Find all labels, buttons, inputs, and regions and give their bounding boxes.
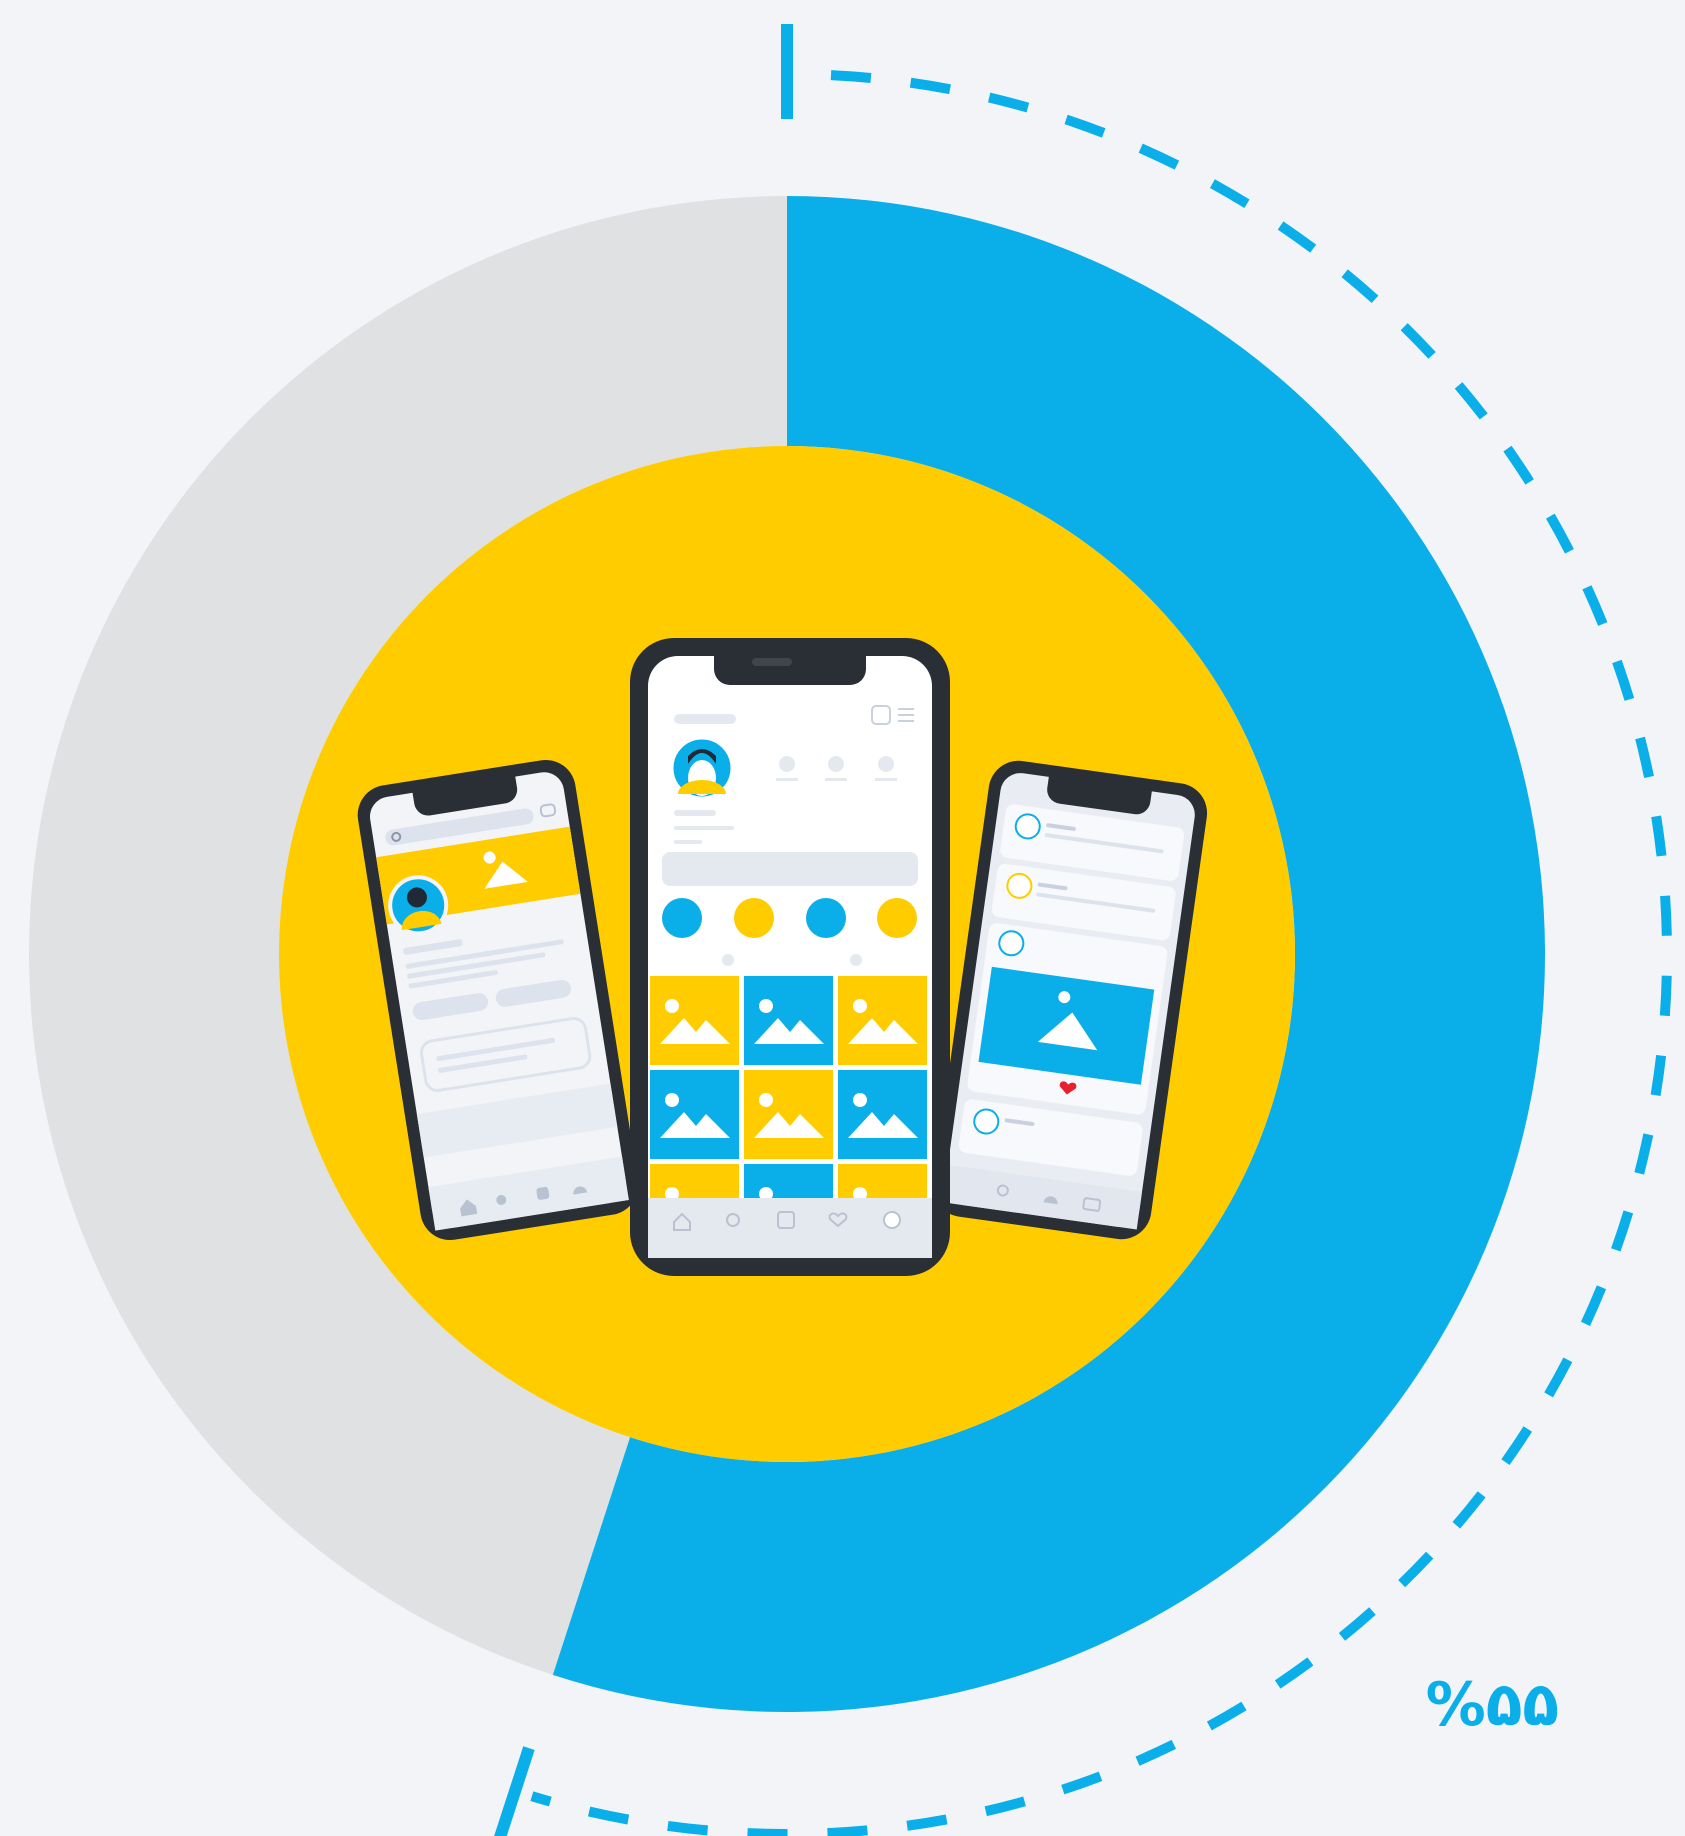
story-highlight[interactable] bbox=[806, 898, 846, 938]
grid-photo[interactable] bbox=[650, 976, 739, 1065]
image-icon bbox=[665, 1093, 679, 1107]
story-highlight[interactable] bbox=[877, 898, 917, 938]
grid-photo[interactable] bbox=[650, 1070, 739, 1159]
edit-profile-button[interactable] bbox=[662, 852, 918, 886]
image-icon bbox=[853, 999, 867, 1013]
center-phone bbox=[630, 638, 950, 1276]
grid-photo[interactable] bbox=[838, 976, 927, 1065]
menu-icon[interactable] bbox=[898, 708, 914, 710]
tagged-tab[interactable] bbox=[850, 954, 862, 966]
profile-tab-icon[interactable] bbox=[883, 1211, 901, 1229]
profile-username bbox=[674, 714, 736, 724]
story-highlight[interactable] bbox=[734, 898, 774, 938]
image-icon bbox=[759, 1093, 773, 1107]
stat-followers bbox=[828, 756, 844, 772]
image-icon bbox=[853, 1093, 867, 1107]
stat-following bbox=[878, 756, 894, 772]
percentage-label: %۵۵ bbox=[1425, 1670, 1559, 1740]
grid-photo[interactable] bbox=[838, 1070, 927, 1159]
stat-posts bbox=[779, 756, 795, 772]
image-icon bbox=[759, 999, 773, 1013]
image-icon bbox=[665, 999, 679, 1013]
chart-canvas bbox=[28, 24, 1672, 1836]
grid-photo[interactable] bbox=[744, 976, 833, 1065]
grid-tab[interactable] bbox=[722, 954, 734, 966]
add-icon[interactable] bbox=[536, 1186, 550, 1201]
arc-end-tick bbox=[494, 1746, 535, 1836]
story-highlight[interactable] bbox=[662, 898, 702, 938]
grid-photo[interactable] bbox=[744, 1070, 833, 1159]
